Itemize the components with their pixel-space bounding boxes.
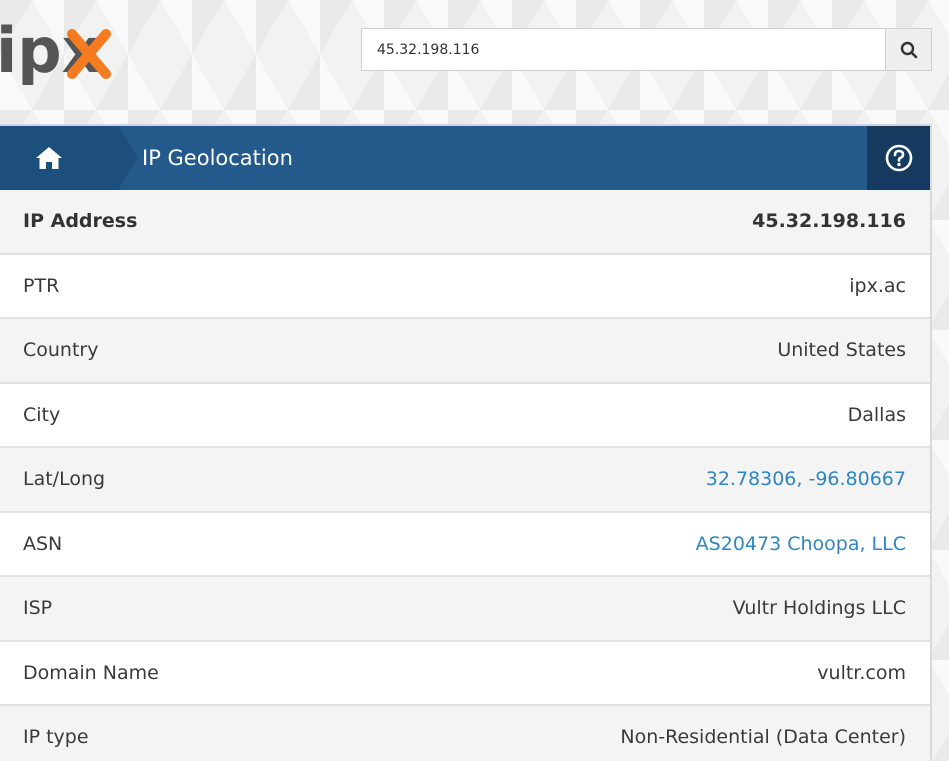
row-value: ipx.ac — [849, 274, 906, 297]
row-lat-long: Lat/Long 32.78306, -96.80667 — [0, 448, 930, 513]
search-icon — [900, 41, 917, 58]
search-bar — [361, 28, 932, 71]
row-label: ISP — [23, 597, 53, 620]
search-input[interactable] — [361, 28, 885, 71]
question-circle-icon — [885, 144, 912, 172]
row-label: City — [23, 403, 61, 426]
help-button[interactable] — [867, 126, 930, 190]
row-label: ASN — [23, 532, 63, 555]
lat-long-link[interactable]: 32.78306, -96.80667 — [706, 468, 906, 490]
home-button[interactable] — [0, 126, 138, 190]
row-isp: ISP Vultr Holdings LLC — [0, 577, 930, 642]
info-table: IP Address 45.32.198.116 PTR ipx.ac Coun… — [0, 190, 930, 761]
search-button[interactable] — [885, 28, 932, 71]
asn-link[interactable]: AS20473 Choopa, LLC — [696, 533, 906, 555]
row-ptr: PTR ipx.ac — [0, 254, 930, 319]
row-label: IP type — [23, 726, 89, 749]
row-country: Country United States — [0, 319, 930, 384]
row-ip-type: IP type Non-Residential (Data Center) — [0, 706, 930, 761]
row-label: Country — [23, 339, 99, 362]
row-value: vultr.com — [817, 661, 906, 684]
row-city: City Dallas — [0, 383, 930, 448]
row-value: United States — [777, 339, 906, 362]
page-title: IP Geolocation — [142, 146, 293, 170]
row-label: Domain Name — [23, 661, 159, 684]
geolocation-panel: IP Geolocation IP Address 45.32.198.116 … — [0, 124, 932, 761]
row-asn: ASN AS20473 Choopa, LLC — [0, 512, 930, 577]
row-value: Vultr Holdings LLC — [732, 597, 906, 620]
row-label: PTR — [23, 274, 60, 297]
row-domain-name: Domain Name vultr.com — [0, 641, 930, 706]
ipx-logo[interactable]: ipx — [0, 14, 120, 94]
row-value: 45.32.198.116 — [752, 210, 906, 233]
row-ip-address: IP Address 45.32.198.116 — [0, 190, 930, 255]
panel-header: IP Geolocation — [0, 124, 930, 190]
home-icon — [36, 147, 62, 169]
row-label: IP Address — [23, 210, 138, 233]
row-label: Lat/Long — [23, 468, 106, 491]
row-value: Dallas — [847, 403, 906, 426]
row-value: Non-Residential (Data Center) — [620, 726, 906, 749]
